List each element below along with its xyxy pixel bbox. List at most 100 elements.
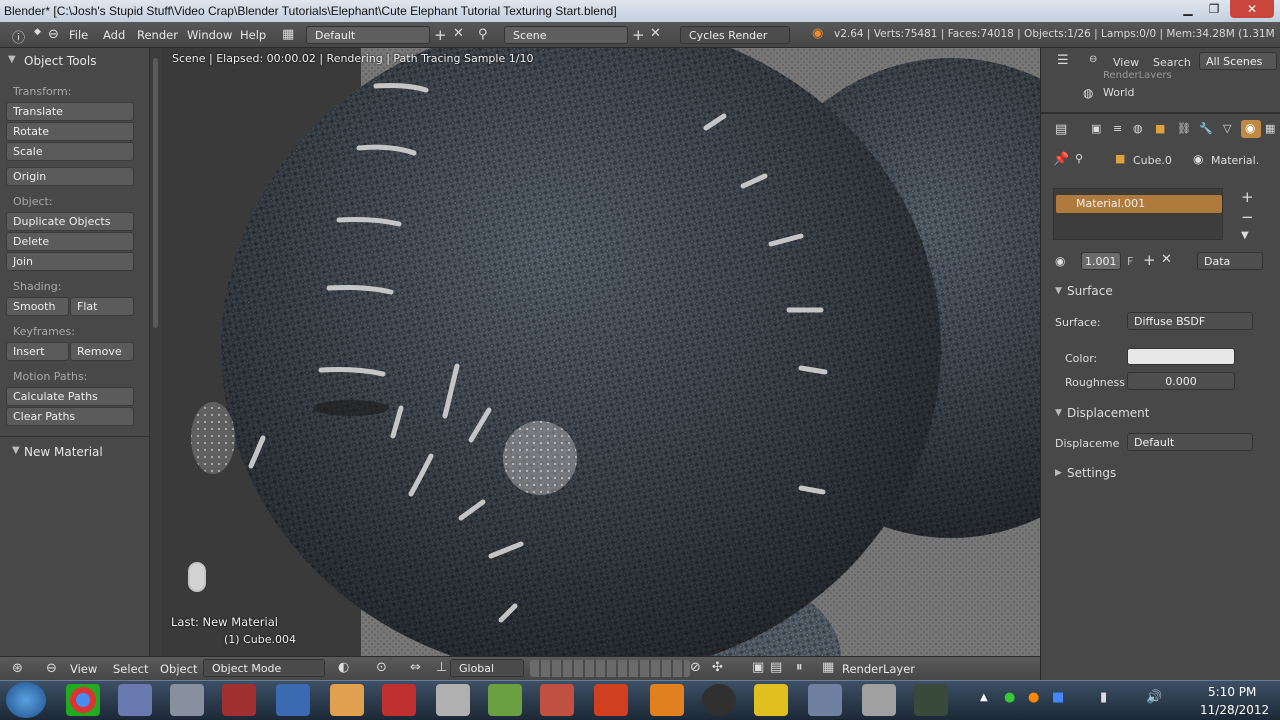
scene-field[interactable]: Scene [504,26,628,44]
material-browse-icon[interactable]: ◉ [1055,254,1065,268]
app-icon[interactable] [118,684,152,716]
clock-time[interactable]: 5:10 PM [1208,685,1256,699]
pause-render-icon[interactable]: ⏸ [796,660,803,675]
material-tab-icon[interactable]: ◉ [1245,121,1255,135]
displacement-collapse-icon[interactable]: ▼ [1055,408,1062,418]
add-screen-icon[interactable]: + [434,26,447,44]
surface-section-header[interactable]: Surface [1067,284,1113,298]
settings-expand-icon[interactable]: ▶ [1055,468,1062,478]
info-editor-icon[interactable]: ⓘ [12,27,25,46]
pin-icon[interactable]: 📌 [1053,152,1069,167]
object-tab-icon[interactable]: ■ [1155,122,1165,135]
remove-keyframe-button[interactable]: Remove [70,342,134,361]
app-icon[interactable] [594,684,628,716]
duplicate-objects-button[interactable]: Duplicate Objects [6,212,134,231]
new-material-panel-header[interactable]: New Material [24,445,103,459]
volume-icon[interactable]: 🔊 [1146,690,1162,705]
material-slot-list[interactable]: Material.001 [1053,188,1223,240]
clock-date[interactable]: 11/28/2012 [1200,703,1269,717]
minimize-button[interactable]: ▁ [1176,0,1200,18]
outliner-icon[interactable]: ☰ [1057,53,1069,68]
insert-keyframe-button[interactable]: Insert [6,342,69,361]
orientation-select[interactable]: Global [450,659,524,677]
screen-layout-field[interactable]: Default [306,26,430,44]
add-scene-icon[interactable]: + [632,26,645,44]
menu-view[interactable]: View [70,662,97,676]
tray-icon[interactable]: ● [1028,690,1039,705]
modifiers-tab-icon[interactable]: 🔧 [1199,122,1213,135]
pivot-icon[interactable]: ⊙ [376,660,387,675]
roughness-field[interactable]: 0.000 [1127,372,1235,390]
color-swatch[interactable] [1127,348,1235,365]
fake-user-toggle[interactable]: F [1127,255,1133,268]
world-tab-icon[interactable]: ◍ [1133,122,1143,135]
collapse-icon[interactable]: ⊖ [48,27,59,42]
tray-icon[interactable]: ● [1004,690,1015,705]
render-engine-select[interactable]: Cycles Render [680,26,790,44]
render-tab-icon[interactable]: ▣ [1091,122,1101,135]
manipulator-icon[interactable]: ⇔ [410,660,421,675]
delete-screen-icon[interactable]: ✕ [453,26,464,41]
texture-tab-icon[interactable]: ▦ [1265,122,1275,135]
delete-scene-icon[interactable]: ✕ [650,26,661,41]
scene-icon[interactable]: ⚲ [478,27,488,42]
surface-shader-select[interactable]: Diffuse BSDF [1127,312,1253,330]
smooth-button[interactable]: Smooth [6,297,69,316]
mode-select[interactable]: Object Mode [203,659,325,677]
network-icon[interactable]: ▮ [1100,690,1107,705]
app-icon[interactable] [754,684,788,716]
collapse-arrow-icon[interactable]: ▼ [8,54,16,65]
app-icon[interactable] [808,684,842,716]
tray-arrow-icon[interactable]: ▲ [980,692,988,703]
outliner-world[interactable]: World [1103,86,1135,99]
collapse-arrow-icon[interactable]: ▼ [12,445,20,456]
tray-icon[interactable]: ■ [1052,690,1064,705]
chrome-icon[interactable] [66,684,100,716]
app-icon[interactable] [222,684,256,716]
origin-button[interactable]: Origin [6,167,134,186]
layers-tab-icon[interactable]: ≡ [1113,122,1122,135]
outliner-item-partial[interactable]: RenderLayers [1103,70,1172,78]
translate-button[interactable]: Translate [6,102,134,121]
join-button[interactable]: Join [6,252,134,271]
snap-icon[interactable]: ✣ [712,660,723,675]
start-button-icon[interactable] [6,682,46,718]
menu-window[interactable]: Window [187,28,232,42]
settings-section-header[interactable]: Settings [1067,466,1116,480]
remove-slot-icon[interactable]: − [1241,208,1254,226]
material-slot-item[interactable]: Material.001 [1076,197,1145,210]
new-material-icon[interactable]: + [1143,251,1156,269]
blender-task-icon[interactable] [650,684,684,716]
menu-render[interactable]: Render [137,28,178,42]
slot-menu-icon[interactable]: ▼ [1241,230,1249,241]
menu-file[interactable]: File [69,28,88,42]
properties-editor-icon[interactable]: ▤ [1055,122,1067,137]
collapse-icon[interactable]: ⊖ [1089,54,1097,65]
delete-button[interactable]: Delete [6,232,134,251]
outliner-filter-select[interactable]: All Scenes [1199,52,1277,70]
outliner-search-menu[interactable]: Search [1153,56,1191,69]
clear-paths-button[interactable]: Clear Paths [6,407,134,426]
menu-add[interactable]: Add [103,28,125,42]
calculate-paths-button[interactable]: Calculate Paths [6,387,134,406]
render-layer-label[interactable]: RenderLayer [842,662,915,676]
tool-shelf-scrollbar[interactable] [150,48,161,656]
constraints-tab-icon[interactable]: ⛓ [1177,122,1191,135]
menu-select[interactable]: Select [113,662,148,676]
displacement-select[interactable]: Default [1127,433,1253,451]
displacement-section-header[interactable]: Displacement [1067,406,1150,420]
surface-collapse-icon[interactable]: ▼ [1055,286,1062,296]
maximize-button[interactable]: ❐ [1202,0,1226,18]
flat-button[interactable]: Flat [70,297,134,316]
proportional-edit-icon[interactable]: ⊘ [690,660,701,675]
app-icon[interactable] [702,684,736,716]
close-button[interactable]: ✕ [1230,0,1274,18]
app-icon[interactable] [436,684,470,716]
3d-view-editor-icon[interactable]: ⊛ [12,661,23,676]
render-layer-icon[interactable]: ▦ [822,660,834,675]
data-tab-icon[interactable]: ▽ [1223,122,1231,135]
rotate-button[interactable]: Rotate [6,122,134,141]
material-name-field[interactable]: 1.001 [1081,252,1121,270]
menu-help[interactable]: Help [240,28,266,42]
app-icon[interactable] [914,684,948,716]
